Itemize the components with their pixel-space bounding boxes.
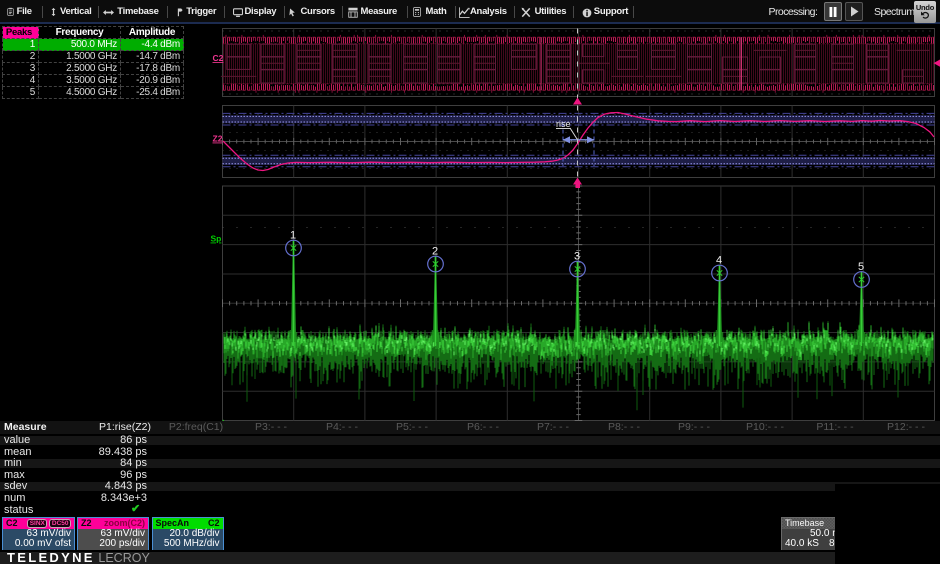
svg-text:Sp: Sp xyxy=(211,234,222,244)
svg-text:5: 5 xyxy=(858,261,864,273)
svg-text:4: 4 xyxy=(716,255,722,267)
svg-text:2: 2 xyxy=(432,246,438,258)
svg-text:1: 1 xyxy=(290,230,296,242)
svg-text:rise: rise xyxy=(556,119,571,129)
svg-text:3: 3 xyxy=(574,251,580,263)
svg-text:C2: C2 xyxy=(213,53,224,63)
svg-text:Z2: Z2 xyxy=(213,134,223,144)
